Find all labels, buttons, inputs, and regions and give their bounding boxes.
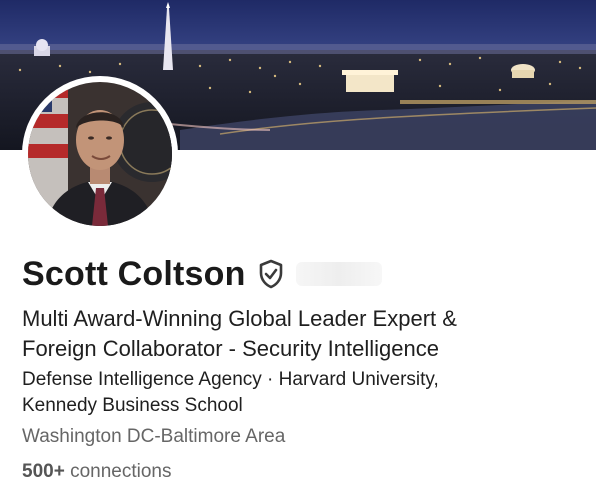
blurred-region [295,262,382,286]
profile-location: Washington DC-Baltimore Area [22,426,286,447]
profile-headline: Multi Award-Winning Global Leader Expert… [22,304,582,364]
connections-link[interactable]: 500+ connections [22,459,171,485]
profile-name: Scott Coltson [22,254,246,293]
connections-count: 500+ [22,461,65,482]
profile-company-education[interactable]: Defense Intelligence Agency · Harvard Un… [22,367,582,419]
name-row: Scott Coltson [22,252,382,296]
headline-line-2: Foreign Collaborator - Security Intellig… [22,336,439,361]
profile-avatar[interactable] [28,82,172,226]
verified-shield-icon[interactable] [258,259,284,289]
connections-label: connections [70,461,172,482]
company-line-2: Kennedy Business School [22,395,243,416]
company-line-1: Defense Intelligence Agency · Harvard Un… [22,369,439,390]
headline-line-1: Multi Award-Winning Global Leader Expert… [22,306,457,331]
avatar-photo [28,82,172,226]
